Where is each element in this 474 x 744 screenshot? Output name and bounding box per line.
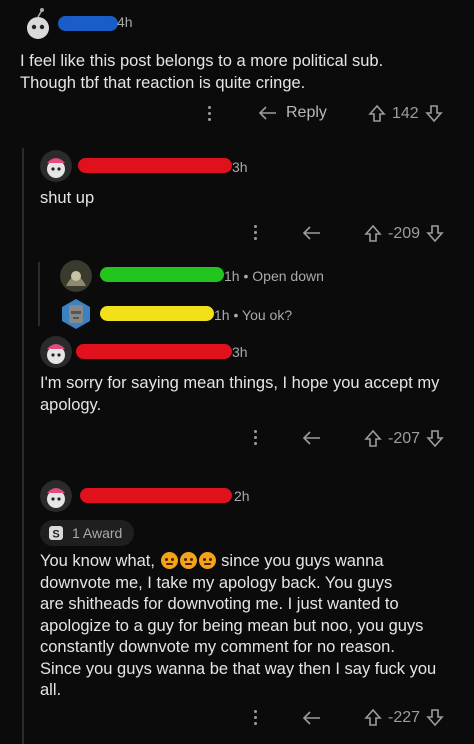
downvote-icon[interactable]	[426, 429, 444, 448]
comment-body: I feel like this post belongs to a more …	[20, 52, 384, 92]
thread-line-level2	[38, 262, 40, 326]
award-icon: S	[49, 526, 63, 541]
redacted-username	[78, 158, 232, 173]
svg-text:S: S	[52, 529, 59, 541]
vote-controls: -227	[364, 708, 444, 727]
more-options-icon[interactable]	[254, 225, 258, 240]
avatar[interactable]	[40, 150, 72, 182]
comment-body: You know what, since you guys wanna down…	[40, 552, 437, 699]
redacted-username	[80, 488, 232, 503]
redacted-username	[58, 16, 118, 31]
reply-button[interactable]	[302, 430, 322, 446]
award-badge[interactable]: S 1 Award	[40, 520, 135, 546]
reply-button[interactable]: Reply	[258, 104, 327, 122]
comment-body: I'm sorry for saying mean things, I hope…	[40, 374, 440, 414]
collapsed-comment-meta: 1h • You ok?	[214, 307, 293, 323]
vote-score: -209	[388, 224, 421, 242]
reply-icon	[302, 431, 320, 445]
more-options-icon[interactable]	[254, 430, 258, 445]
angry-emoji-icon	[198, 552, 216, 569]
downvote-icon[interactable]	[426, 708, 444, 727]
avatar[interactable]	[60, 298, 92, 330]
reply-label: Reply	[286, 104, 327, 121]
upvote-icon[interactable]	[368, 104, 386, 123]
reply-button[interactable]	[302, 225, 322, 241]
vote-score: -227	[388, 708, 421, 726]
redacted-username	[100, 267, 224, 282]
avatar[interactable]	[60, 260, 92, 292]
upvote-icon[interactable]	[364, 224, 382, 243]
avatar[interactable]	[40, 480, 72, 512]
award-count: 1 Award	[72, 525, 123, 541]
thread-line-level1	[22, 148, 24, 744]
redacted-username	[100, 306, 214, 321]
comment-timestamp: 4h	[117, 14, 133, 30]
downvote-icon[interactable]	[426, 224, 444, 243]
more-options-icon[interactable]	[254, 710, 258, 725]
reply-icon	[302, 711, 320, 725]
angry-emoji-icon	[160, 552, 178, 569]
vote-score: 142	[392, 104, 419, 122]
comment-timestamp: 2h	[234, 488, 250, 504]
upvote-icon[interactable]	[364, 429, 382, 448]
collapsed-comment-meta: 1h • Open down	[224, 268, 324, 284]
reply-icon	[302, 226, 320, 240]
upvote-icon[interactable]	[364, 708, 382, 727]
comment-timestamp: 3h	[232, 159, 248, 175]
reply-icon	[258, 106, 276, 120]
comment-body: shut up	[40, 189, 95, 207]
vote-controls: 142	[368, 104, 443, 123]
reply-button[interactable]	[302, 710, 322, 726]
vote-controls: -207	[364, 429, 444, 448]
downvote-icon[interactable]	[424, 104, 443, 123]
more-options-icon[interactable]	[208, 106, 212, 121]
vote-controls: -209	[364, 224, 444, 243]
redacted-username	[76, 344, 232, 359]
vote-score: -207	[388, 429, 421, 447]
angry-emoji-icon	[179, 552, 197, 569]
avatar[interactable]	[40, 336, 72, 368]
comment-timestamp: 3h	[232, 344, 248, 360]
avatar[interactable]	[20, 6, 56, 42]
